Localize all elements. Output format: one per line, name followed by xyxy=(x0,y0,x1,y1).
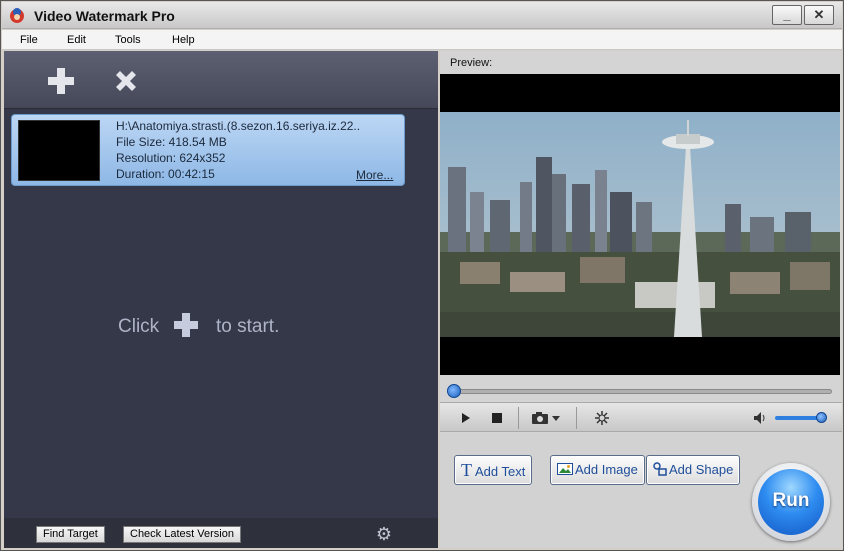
plus-icon xyxy=(48,68,74,94)
camera-snapshot-icon[interactable] xyxy=(531,410,561,426)
playback-controls xyxy=(440,402,842,432)
menu-tools[interactable]: Tools xyxy=(115,34,141,46)
remove-file-button[interactable] xyxy=(110,65,142,97)
menu-edit[interactable]: Edit xyxy=(67,34,86,46)
start-hint-text: Click xyxy=(118,316,160,337)
effects-icon[interactable] xyxy=(594,410,610,426)
add-shape-label: Add Shape xyxy=(669,462,734,477)
video-frame-image xyxy=(440,112,840,337)
menu-file[interactable]: File xyxy=(20,34,38,46)
run-button-frame: Run xyxy=(752,463,830,541)
menu-help[interactable]: Help xyxy=(172,34,195,46)
file-list-item[interactable]: H:\Anatomiya.strasti.(8.sezon.16.seriya.… xyxy=(11,114,405,186)
file-panel: H:\Anatomiya.strasti.(8.sezon.16.seriya.… xyxy=(4,51,438,548)
file-toolbar xyxy=(4,51,438,109)
x-icon xyxy=(116,71,136,91)
menu-bar: File Edit Tools Help xyxy=(2,30,842,50)
window-title: Video Watermark Pro xyxy=(34,8,175,24)
file-duration: Duration: 00:42:15 xyxy=(116,167,215,181)
close-button[interactable]: ✕ xyxy=(804,5,834,25)
start-add-button[interactable] xyxy=(172,311,200,339)
add-image-button[interactable]: Add Image xyxy=(550,455,645,485)
title-bar[interactable]: Video Watermark Pro _ ✕ xyxy=(2,2,842,29)
app-window: Video Watermark Pro _ ✕ File Edit Tools … xyxy=(0,0,844,551)
action-area: T Add Text Add Image Add Shape Run xyxy=(440,433,842,548)
file-resolution: Resolution: 624x352 xyxy=(116,151,226,165)
seek-bar[interactable] xyxy=(450,389,832,394)
add-text-label: Add Text xyxy=(475,464,526,479)
image-icon xyxy=(557,463,573,475)
video-thumbnail xyxy=(18,120,100,181)
find-target-button[interactable]: Find Target xyxy=(36,526,105,543)
add-file-button[interactable] xyxy=(45,65,77,97)
preview-label: Preview: xyxy=(450,57,493,69)
gear-icon[interactable]: ⚙ xyxy=(374,524,394,544)
control-separator xyxy=(576,407,577,429)
text-icon: T xyxy=(461,460,472,480)
file-path: H:\Anatomiya.strasti.(8.sezon.16.seriya.… xyxy=(116,119,361,133)
file-size: File Size: 418.54 MB xyxy=(116,135,227,149)
add-image-label: Add Image xyxy=(575,462,638,477)
play-icon[interactable] xyxy=(460,410,472,426)
add-shape-button[interactable]: Add Shape xyxy=(646,455,741,485)
stop-icon[interactable] xyxy=(491,410,503,426)
add-text-button[interactable]: T Add Text xyxy=(454,455,533,485)
volume-icon[interactable] xyxy=(753,410,767,426)
control-separator xyxy=(518,407,519,429)
seek-handle[interactable] xyxy=(447,384,461,398)
app-logo-icon xyxy=(10,8,24,23)
preview-panel: Preview: T Add Text Add Image Add Shape … xyxy=(440,51,842,548)
minimize-button[interactable]: _ xyxy=(772,5,802,25)
more-link[interactable]: More... xyxy=(356,168,393,182)
panel-footer: Find Target Check Latest Version ⚙ xyxy=(4,518,438,548)
volume-handle[interactable] xyxy=(816,412,827,423)
shape-icon xyxy=(653,462,667,476)
run-button[interactable]: Run xyxy=(758,469,824,535)
check-latest-version-button[interactable]: Check Latest Version xyxy=(123,526,241,543)
start-hint-tail: to start. xyxy=(216,316,280,337)
video-preview[interactable] xyxy=(440,74,840,375)
plus-icon xyxy=(174,313,198,337)
